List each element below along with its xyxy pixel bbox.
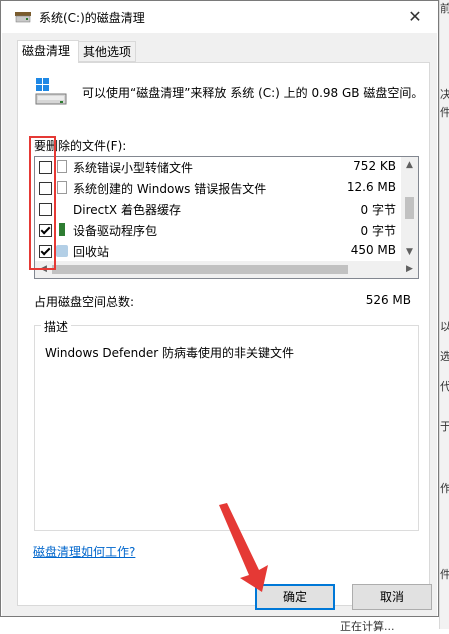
scroll-up-icon[interactable]: ▲	[401, 157, 418, 174]
blank-icon	[57, 202, 67, 215]
scrollbar-thumb[interactable]	[52, 265, 348, 274]
background-text: 代	[440, 380, 449, 393]
background-text: 以	[440, 320, 449, 333]
background-status-text: 正在计算...	[340, 620, 395, 633]
files-to-delete-label: 要删除的文件(F):	[34, 139, 127, 153]
list-item[interactable]: 设备驱动程序包 0 字节	[35, 220, 402, 241]
list-item[interactable]: 回收站 450 MB	[35, 241, 402, 262]
background-text: 件	[440, 568, 449, 581]
recycle-bin-icon	[56, 245, 68, 257]
ok-button[interactable]: 确定	[255, 584, 335, 610]
background-text: 作	[440, 482, 449, 495]
background-text: 选	[440, 350, 449, 363]
tab-panel: 可以使用“磁盘清理”来释放 系统 (C:) 上的 0.98 GB 磁盘空间。 要…	[17, 62, 430, 606]
tab-disk-cleanup[interactable]: 磁盘清理	[17, 40, 79, 63]
horizontal-scrollbar[interactable]: ◀ ▶	[35, 261, 418, 278]
file-icon	[57, 160, 67, 173]
file-checkbox[interactable]	[39, 203, 52, 216]
background-text: 前	[440, 2, 449, 15]
driver-icon	[59, 223, 65, 236]
close-icon: ✕	[408, 7, 422, 26]
list-item[interactable]: 系统错误小型转储文件 752 KB	[35, 157, 402, 178]
file-name: 系统创建的 Windows 错误报告文件	[73, 182, 267, 196]
file-name: DirectX 着色器缓存	[73, 203, 181, 217]
close-button[interactable]: ✕	[392, 1, 438, 32]
window-title: 系统(C:)的磁盘清理	[39, 11, 145, 25]
files-list[interactable]: 系统错误小型转储文件 752 KB 系统创建的 Windows 错误报告文件 1…	[34, 156, 419, 279]
summary-text: 可以使用“磁盘清理”来释放 系统 (C:) 上的 0.98 GB 磁盘空间。	[82, 86, 424, 100]
file-name: 系统错误小型转储文件	[73, 161, 194, 175]
scroll-left-icon[interactable]: ◀	[35, 261, 52, 278]
description-caption: 描述	[41, 318, 72, 335]
list-item[interactable]: 系统创建的 Windows 错误报告文件 12.6 MB	[35, 178, 402, 199]
file-name: 设备驱动程序包	[73, 224, 158, 238]
file-size: 0 字节	[360, 224, 396, 238]
drive-icon	[35, 78, 67, 105]
file-checkbox[interactable]	[39, 161, 52, 174]
scroll-right-icon[interactable]: ▶	[401, 261, 418, 278]
disk-cleanup-dialog: 系统(C:)的磁盘清理 ✕ 磁盘清理 其他选项 可以使用“磁盘清理”来释放 系统…	[0, 0, 439, 617]
file-checkbox[interactable]	[39, 245, 52, 258]
file-checkbox[interactable]	[39, 182, 52, 195]
file-size: 450 MB	[350, 243, 396, 257]
file-checkbox[interactable]	[39, 224, 52, 237]
vertical-scrollbar[interactable]: ▲ ▼	[401, 157, 418, 261]
file-icon	[57, 181, 67, 194]
background-text: 件	[440, 106, 449, 119]
disk-cleanup-app-icon	[15, 12, 31, 23]
total-space-value: 526 MB	[365, 293, 411, 307]
dialog-client-area: 磁盘清理 其他选项 可以使用“磁盘清理”来释放 系统 (C:) 上的 0.98 …	[2, 33, 437, 616]
scroll-down-icon[interactable]: ▼	[401, 244, 418, 261]
scrollbar-thumb[interactable]	[405, 197, 414, 219]
description-text: Windows Defender 防病毒使用的非关键文件	[45, 346, 294, 360]
cancel-button[interactable]: 取消	[352, 584, 432, 610]
file-size: 752 KB	[353, 159, 396, 173]
file-name: 回收站	[73, 245, 110, 259]
description-group: 描述 Windows Defender 防病毒使用的非关键文件	[34, 318, 419, 531]
file-size: 12.6 MB	[346, 180, 396, 194]
background-text: 于	[440, 420, 449, 433]
tab-more-options[interactable]: 其他选项	[78, 41, 136, 62]
background-text: 决	[440, 88, 449, 101]
help-link[interactable]: 磁盘清理如何工作?	[33, 543, 135, 560]
total-space-label: 占用磁盘空间总数:	[34, 295, 135, 309]
title-bar[interactable]: 系统(C:)的磁盘清理 ✕	[1, 1, 438, 33]
file-size: 0 字节	[360, 203, 396, 217]
list-item[interactable]: DirectX 着色器缓存 0 字节	[35, 199, 402, 220]
